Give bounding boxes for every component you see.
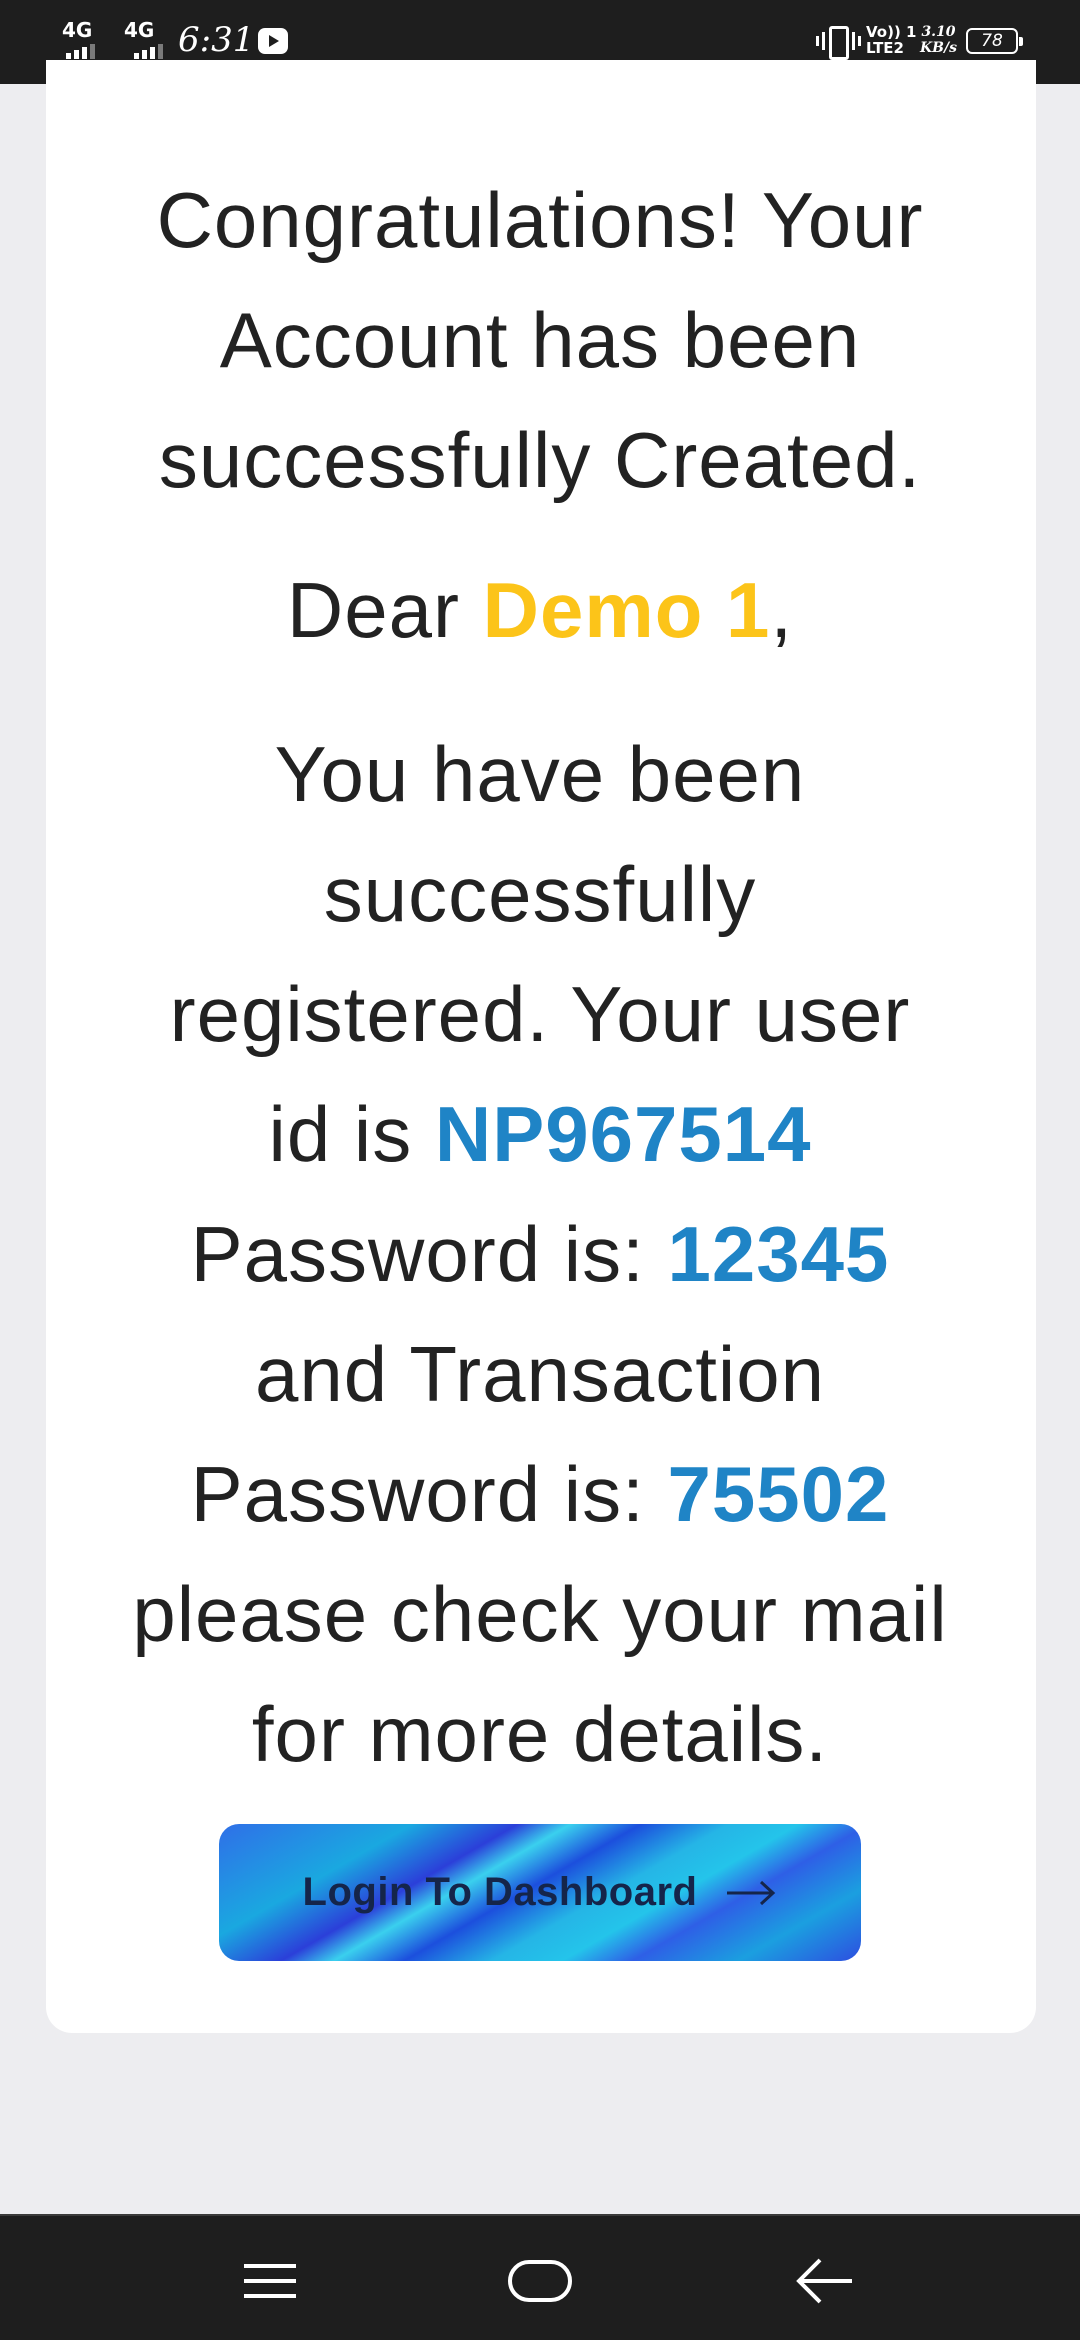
network-type-2: 4G: [124, 18, 155, 42]
user-name: Demo 1: [482, 566, 771, 654]
arrow-right-icon: [727, 1880, 776, 1905]
message-line: please check your mail: [132, 1570, 948, 1658]
user-id-value: NP967514: [434, 1090, 812, 1178]
heading-line: successfully Created.: [158, 416, 922, 504]
login-button-label: Login To Dashboard: [302, 1870, 698, 1914]
message-line: for more details.: [251, 1690, 829, 1778]
greeting: Dear Demo 1,: [80, 550, 1000, 670]
youtube-icon: [258, 28, 288, 54]
transaction-password-value: 75502: [667, 1450, 890, 1538]
user-id-line: id is NP967514: [80, 1074, 1000, 1194]
signal-1-icon: [66, 44, 95, 59]
back-icon: [796, 2258, 852, 2304]
network-speed-value: 3.10: [921, 24, 956, 40]
clock: 6:31: [178, 20, 255, 60]
volte-indicator: Vo)) 1 LTE2: [866, 24, 916, 56]
home-icon: [508, 2260, 572, 2302]
password-prefix: Password is:: [190, 1210, 668, 1298]
transaction-password-prefix: Password is:: [190, 1450, 668, 1538]
message-line: and Transaction: [254, 1330, 826, 1418]
menu-icon: [244, 2264, 296, 2298]
login-to-dashboard-button[interactable]: Login To Dashboard: [219, 1824, 861, 1961]
network-speed: 3.10 KB/s: [920, 24, 957, 56]
password-line: Password is: 12345: [80, 1194, 1000, 1314]
greeting-suffix: ,: [770, 566, 794, 654]
greeting-prefix: Dear: [286, 566, 483, 654]
success-heading: Congratulations! Your Account has been s…: [80, 160, 1000, 520]
message-line: You have been: [274, 730, 806, 818]
password-value: 12345: [667, 1210, 890, 1298]
network-speed-unit: KB/s: [920, 40, 957, 56]
battery-icon: 78: [966, 28, 1023, 54]
recent-apps-button[interactable]: [230, 2246, 310, 2316]
volte-line-1: Vo)) 1: [866, 23, 917, 41]
success-card: Congratulations! Your Account has been s…: [46, 60, 1036, 2033]
message-line: registered. Your user: [169, 970, 911, 1058]
vibrate-icon: [816, 24, 861, 60]
message-line: successfully: [323, 850, 757, 938]
heading-line: Congratulations! Your: [156, 176, 924, 264]
home-button[interactable]: [500, 2246, 580, 2316]
signal-2-icon: [134, 44, 163, 59]
user-id-prefix: id is: [268, 1090, 435, 1178]
registration-message: You have been successfully registered. Y…: [80, 714, 1000, 1794]
navigation-bar: [0, 2214, 1080, 2340]
volte-line-2: LTE2: [866, 39, 904, 57]
back-button[interactable]: [786, 2246, 866, 2316]
network-type-1: 4G: [62, 18, 93, 42]
heading-line: Account has been: [219, 296, 861, 384]
transaction-password-line: Password is: 75502: [80, 1434, 1000, 1554]
